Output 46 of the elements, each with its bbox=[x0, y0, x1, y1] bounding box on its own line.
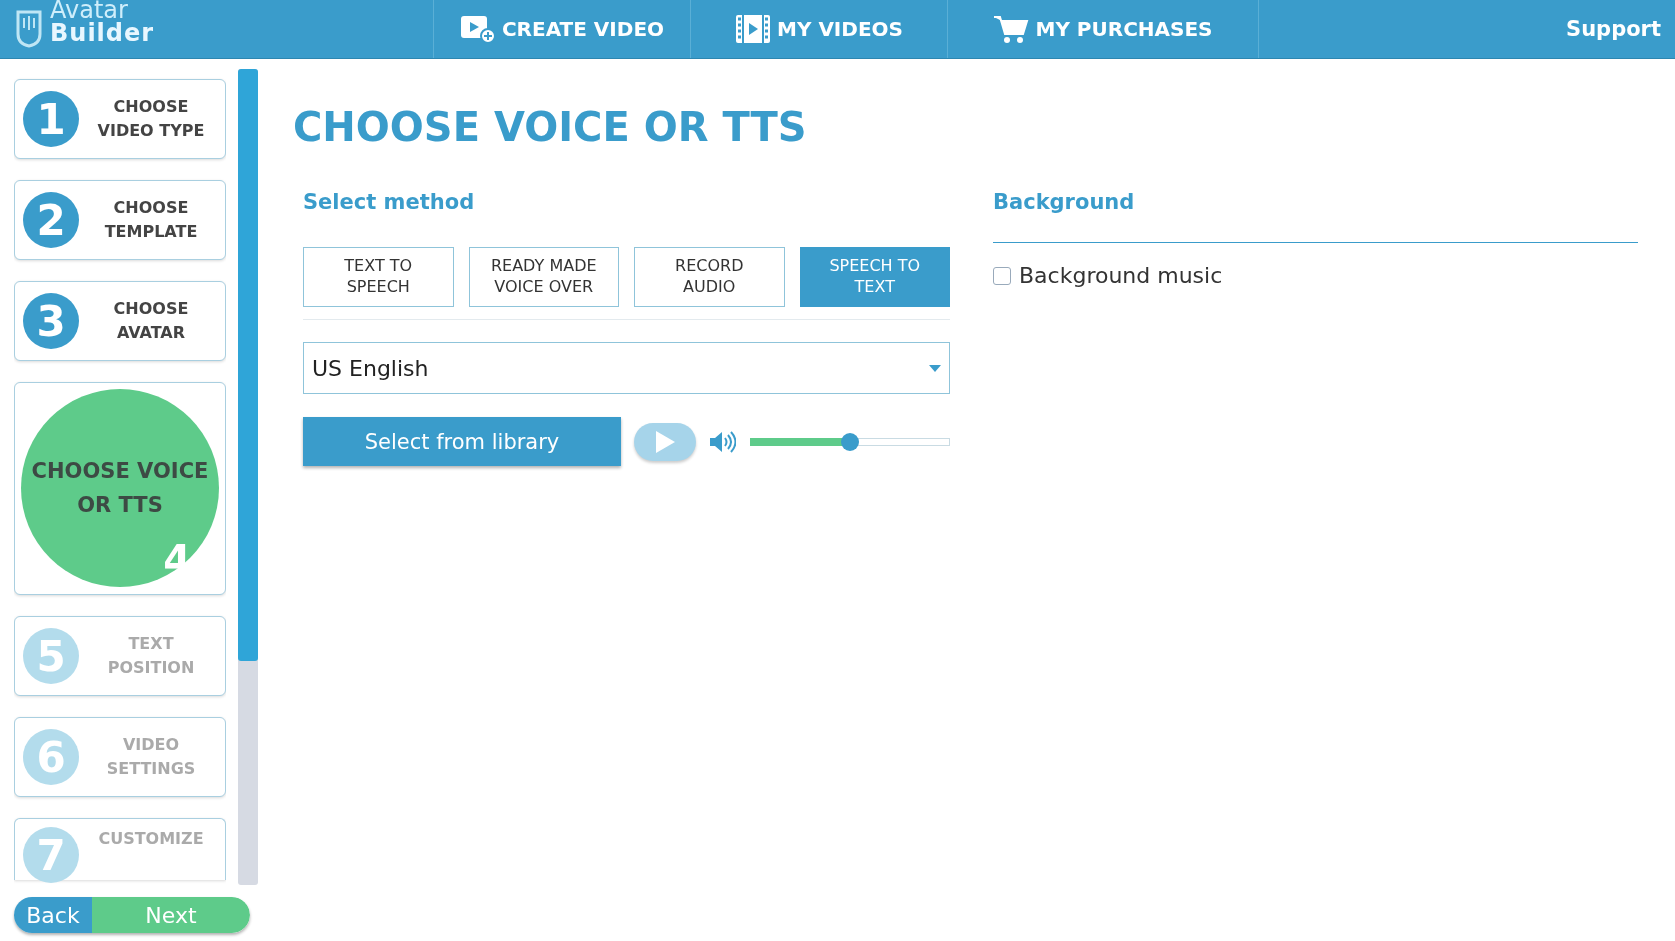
select-library-button[interactable]: Select from library bbox=[303, 417, 621, 466]
method-tab[interactable]: RECORD AUDIO bbox=[634, 247, 785, 307]
step-card[interactable]: 1 CHOOSE VIDEO TYPE bbox=[14, 79, 226, 159]
support-link[interactable]: Support bbox=[1566, 17, 1675, 41]
scrollbar[interactable] bbox=[238, 69, 258, 885]
step-number-icon: 5 bbox=[23, 628, 79, 684]
checkbox-label[interactable]: Background music bbox=[1019, 263, 1223, 288]
speaker-icon[interactable] bbox=[708, 429, 736, 454]
nav-link[interactable]: MY VIDEOS bbox=[690, 0, 947, 58]
logo-text: Builder bbox=[50, 22, 155, 45]
language-dropdown[interactable]: US English bbox=[303, 342, 950, 394]
step-number-icon: 2 bbox=[23, 192, 79, 248]
step-label: CHOOSE TEMPLATE bbox=[103, 197, 199, 243]
step-label: CUSTOMIZE bbox=[97, 828, 205, 850]
caret-icon bbox=[929, 364, 941, 372]
step-label: CHOOSE VOICE OR TTS bbox=[30, 457, 210, 519]
step-number-icon: 6 bbox=[23, 729, 79, 785]
step-card[interactable]: 2 CHOOSE TEMPLATE bbox=[14, 180, 226, 260]
nav-link[interactable]: MY PURCHASES bbox=[947, 0, 1259, 58]
play-icon bbox=[654, 429, 676, 454]
step-label: TEXT POSITION bbox=[106, 633, 196, 679]
step-label: VIDEO SETTINGS bbox=[105, 734, 197, 780]
logo-text: Avatar bbox=[50, 0, 128, 22]
method-tab[interactable]: SPEECH TO TEXT bbox=[799, 247, 950, 307]
play-button[interactable] bbox=[634, 422, 696, 461]
checkbox[interactable] bbox=[993, 266, 1011, 285]
page-title: CHOOSE VOICE OR TTS bbox=[293, 104, 808, 150]
step-number-icon: 3 bbox=[23, 293, 79, 349]
back-button[interactable]: Back bbox=[14, 897, 92, 933]
nav-link[interactable]: CREATE VIDEO bbox=[433, 0, 690, 58]
step-number-icon: 1 bbox=[23, 91, 79, 147]
step-number-icon: 7 bbox=[23, 827, 79, 883]
volume-slider[interactable] bbox=[750, 432, 950, 451]
next-button[interactable]: Next bbox=[92, 897, 250, 933]
step-card[interactable]: 3 CHOOSE AVATAR bbox=[14, 281, 226, 361]
method-tab[interactable]: READY MADE VOICE OVER bbox=[468, 247, 619, 307]
step-label: CHOOSE VIDEO TYPE bbox=[96, 96, 206, 142]
scrollbar-thumb[interactable] bbox=[238, 69, 258, 661]
cart-icon bbox=[993, 14, 1030, 44]
section-heading: Background bbox=[993, 190, 1136, 214]
section-heading: Select method bbox=[303, 190, 476, 214]
slider-thumb[interactable] bbox=[841, 432, 859, 451]
video-add-icon bbox=[459, 14, 496, 44]
step-label: CHOOSE AVATAR bbox=[112, 298, 190, 344]
method-tab[interactable]: TEXT TO SPEECH bbox=[303, 247, 454, 307]
film-icon bbox=[735, 14, 772, 44]
